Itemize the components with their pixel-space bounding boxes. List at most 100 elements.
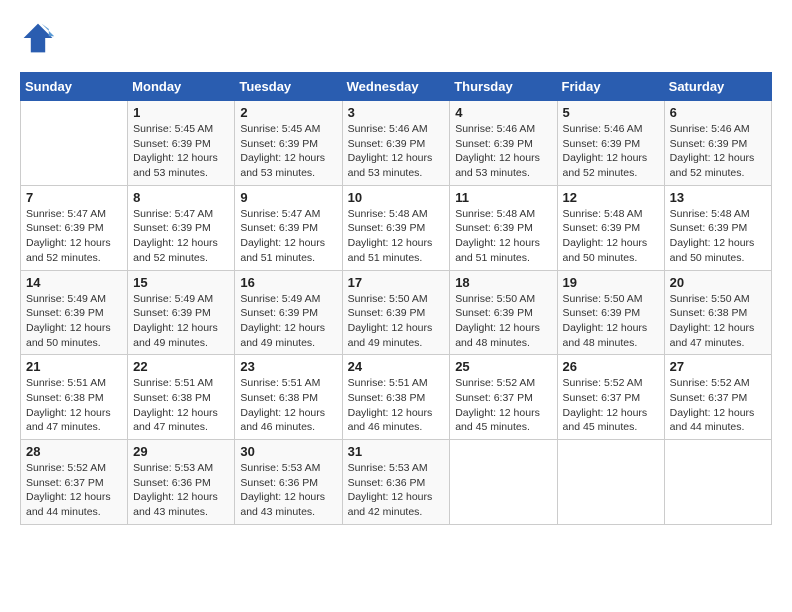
- day-info: Sunrise: 5:52 AM Sunset: 6:37 PM Dayligh…: [26, 461, 122, 520]
- day-info: Sunrise: 5:48 AM Sunset: 6:39 PM Dayligh…: [348, 207, 445, 266]
- day-cell: 22 Sunrise: 5:51 AM Sunset: 6:38 PM Dayli…: [128, 355, 235, 440]
- week-row-3: 14 Sunrise: 5:49 AM Sunset: 6:39 PM Dayli…: [21, 270, 772, 355]
- day-cell: 10 Sunrise: 5:48 AM Sunset: 6:39 PM Dayli…: [342, 185, 450, 270]
- day-cell: 15Sunrise: 5:49 AM Sunset: 6:39 PM Dayli…: [128, 270, 235, 355]
- day-info: Sunrise: 5:50 AM Sunset: 6:39 PM Dayligh…: [348, 292, 445, 351]
- day-number: 24: [348, 359, 445, 374]
- day-cell: 19 Sunrise: 5:50 AM Sunset: 6:39 PM Dayli…: [557, 270, 664, 355]
- day-number: 5: [563, 105, 659, 120]
- day-info: Sunrise: 5:53 AM Sunset: 6:36 PM Dayligh…: [240, 461, 336, 520]
- week-row-4: 21 Sunrise: 5:51 AM Sunset: 6:38 PM Dayli…: [21, 355, 772, 440]
- header-cell-saturday: Saturday: [664, 73, 771, 101]
- day-number: 13: [670, 190, 766, 205]
- day-cell: 18 Sunrise: 5:50 AM Sunset: 6:39 PM Dayli…: [450, 270, 557, 355]
- day-number: 27: [670, 359, 766, 374]
- header-cell-wednesday: Wednesday: [342, 73, 450, 101]
- day-info: Sunrise: 5:49 AM Sunset: 6:39 PM Dayligh…: [26, 292, 122, 351]
- day-info: Sunrise: 5:50 AM Sunset: 6:38 PM Dayligh…: [670, 292, 766, 351]
- day-info: Sunrise: 5:48 AM Sunset: 6:39 PM Dayligh…: [563, 207, 659, 266]
- day-info: Sunrise: 5:48 AM Sunset: 6:39 PM Dayligh…: [670, 207, 766, 266]
- day-cell: 29 Sunrise: 5:53 AM Sunset: 6:36 PM Dayli…: [128, 440, 235, 525]
- day-cell: 27 Sunrise: 5:52 AM Sunset: 6:37 PM Dayli…: [664, 355, 771, 440]
- day-number: 28: [26, 444, 122, 459]
- day-number: 1: [133, 105, 229, 120]
- day-cell: 5 Sunrise: 5:46 AM Sunset: 6:39 PM Daylig…: [557, 101, 664, 186]
- day-number: 21: [26, 359, 122, 374]
- day-info: Sunrise: 5:47 AM Sunset: 6:39 PM Dayligh…: [240, 207, 336, 266]
- day-number: 30: [240, 444, 336, 459]
- day-cell: 9 Sunrise: 5:47 AM Sunset: 6:39 PM Daylig…: [235, 185, 342, 270]
- day-cell: 3 Sunrise: 5:46 AM Sunset: 6:39 PM Daylig…: [342, 101, 450, 186]
- day-info: Sunrise: 5:51 AM Sunset: 6:38 PM Dayligh…: [133, 376, 229, 435]
- day-cell: 21Sunrise: 5:51 AM Sunset: 6:38 PM Dayli…: [21, 355, 128, 440]
- day-cell: 8 Sunrise: 5:47 AM Sunset: 6:39 PM Daylig…: [128, 185, 235, 270]
- day-number: 26: [563, 359, 659, 374]
- day-cell: 4 Sunrise: 5:46 AM Sunset: 6:39 PM Daylig…: [450, 101, 557, 186]
- day-number: 18: [455, 275, 551, 290]
- day-number: 11: [455, 190, 551, 205]
- day-cell: 11Sunrise: 5:48 AM Sunset: 6:39 PM Dayli…: [450, 185, 557, 270]
- week-row-1: 1 Sunrise: 5:45 AM Sunset: 6:39 PM Daylig…: [21, 101, 772, 186]
- day-number: 17: [348, 275, 445, 290]
- day-info: Sunrise: 5:47 AM Sunset: 6:39 PM Dayligh…: [133, 207, 229, 266]
- day-number: 29: [133, 444, 229, 459]
- calendar-table: SundayMondayTuesdayWednesdayThursdayFrid…: [20, 72, 772, 525]
- day-cell: 31 Sunrise: 5:53 AM Sunset: 6:36 PM Dayli…: [342, 440, 450, 525]
- day-number: 9: [240, 190, 336, 205]
- day-cell: 7 Sunrise: 5:47 AM Sunset: 6:39 PM Daylig…: [21, 185, 128, 270]
- day-number: 31: [348, 444, 445, 459]
- logo: [20, 20, 62, 56]
- day-number: 3: [348, 105, 445, 120]
- day-number: 2: [240, 105, 336, 120]
- day-info: Sunrise: 5:53 AM Sunset: 6:36 PM Dayligh…: [348, 461, 445, 520]
- day-number: 8: [133, 190, 229, 205]
- week-row-2: 7 Sunrise: 5:47 AM Sunset: 6:39 PM Daylig…: [21, 185, 772, 270]
- day-number: 6: [670, 105, 766, 120]
- day-cell: 24 Sunrise: 5:51 AM Sunset: 6:38 PM Dayli…: [342, 355, 450, 440]
- day-cell: 6 Sunrise: 5:46 AM Sunset: 6:39 PM Daylig…: [664, 101, 771, 186]
- day-info: Sunrise: 5:47 AM Sunset: 6:39 PM Dayligh…: [26, 207, 122, 266]
- day-number: 16: [240, 275, 336, 290]
- day-cell: 20 Sunrise: 5:50 AM Sunset: 6:38 PM Dayli…: [664, 270, 771, 355]
- logo-icon: [20, 20, 56, 56]
- day-info: Sunrise: 5:53 AM Sunset: 6:36 PM Dayligh…: [133, 461, 229, 520]
- day-number: 22: [133, 359, 229, 374]
- day-cell: 26 Sunrise: 5:52 AM Sunset: 6:37 PM Dayli…: [557, 355, 664, 440]
- day-cell: [557, 440, 664, 525]
- day-info: Sunrise: 5:46 AM Sunset: 6:39 PM Dayligh…: [670, 122, 766, 181]
- day-info: Sunrise: 5:52 AM Sunset: 6:37 PM Dayligh…: [455, 376, 551, 435]
- day-info: Sunrise: 5:50 AM Sunset: 6:39 PM Dayligh…: [455, 292, 551, 351]
- day-cell: [450, 440, 557, 525]
- day-info: Sunrise: 5:46 AM Sunset: 6:39 PM Dayligh…: [348, 122, 445, 181]
- header-row: SundayMondayTuesdayWednesdayThursdayFrid…: [21, 73, 772, 101]
- day-number: 7: [26, 190, 122, 205]
- day-cell: 30 Sunrise: 5:53 AM Sunset: 6:36 PM Dayli…: [235, 440, 342, 525]
- day-info: Sunrise: 5:52 AM Sunset: 6:37 PM Dayligh…: [670, 376, 766, 435]
- day-info: Sunrise: 5:52 AM Sunset: 6:37 PM Dayligh…: [563, 376, 659, 435]
- day-cell: 14 Sunrise: 5:49 AM Sunset: 6:39 PM Dayli…: [21, 270, 128, 355]
- header-cell-sunday: Sunday: [21, 73, 128, 101]
- day-cell: [664, 440, 771, 525]
- day-info: Sunrise: 5:46 AM Sunset: 6:39 PM Dayligh…: [563, 122, 659, 181]
- day-cell: 28 Sunrise: 5:52 AM Sunset: 6:37 PM Dayli…: [21, 440, 128, 525]
- day-cell: 16 Sunrise: 5:49 AM Sunset: 6:39 PM Dayli…: [235, 270, 342, 355]
- day-number: 15: [133, 275, 229, 290]
- day-cell: 2 Sunrise: 5:45 AM Sunset: 6:39 PM Daylig…: [235, 101, 342, 186]
- day-number: 19: [563, 275, 659, 290]
- header-cell-monday: Monday: [128, 73, 235, 101]
- day-info: Sunrise: 5:51 AM Sunset: 6:38 PM Dayligh…: [240, 376, 336, 435]
- day-number: 20: [670, 275, 766, 290]
- day-number: 14: [26, 275, 122, 290]
- header-cell-thursday: Thursday: [450, 73, 557, 101]
- day-info: Sunrise: 5:46 AM Sunset: 6:39 PM Dayligh…: [455, 122, 551, 181]
- day-number: 4: [455, 105, 551, 120]
- day-info: Sunrise: 5:50 AM Sunset: 6:39 PM Dayligh…: [563, 292, 659, 351]
- day-cell: 12Sunrise: 5:48 AM Sunset: 6:39 PM Dayli…: [557, 185, 664, 270]
- day-info: Sunrise: 5:49 AM Sunset: 6:39 PM Dayligh…: [240, 292, 336, 351]
- day-number: 10: [348, 190, 445, 205]
- day-info: Sunrise: 5:45 AM Sunset: 6:39 PM Dayligh…: [240, 122, 336, 181]
- day-number: 25: [455, 359, 551, 374]
- day-cell: 13 Sunrise: 5:48 AM Sunset: 6:39 PM Dayli…: [664, 185, 771, 270]
- day-info: Sunrise: 5:51 AM Sunset: 6:38 PM Dayligh…: [348, 376, 445, 435]
- day-cell: 23Sunrise: 5:51 AM Sunset: 6:38 PM Dayli…: [235, 355, 342, 440]
